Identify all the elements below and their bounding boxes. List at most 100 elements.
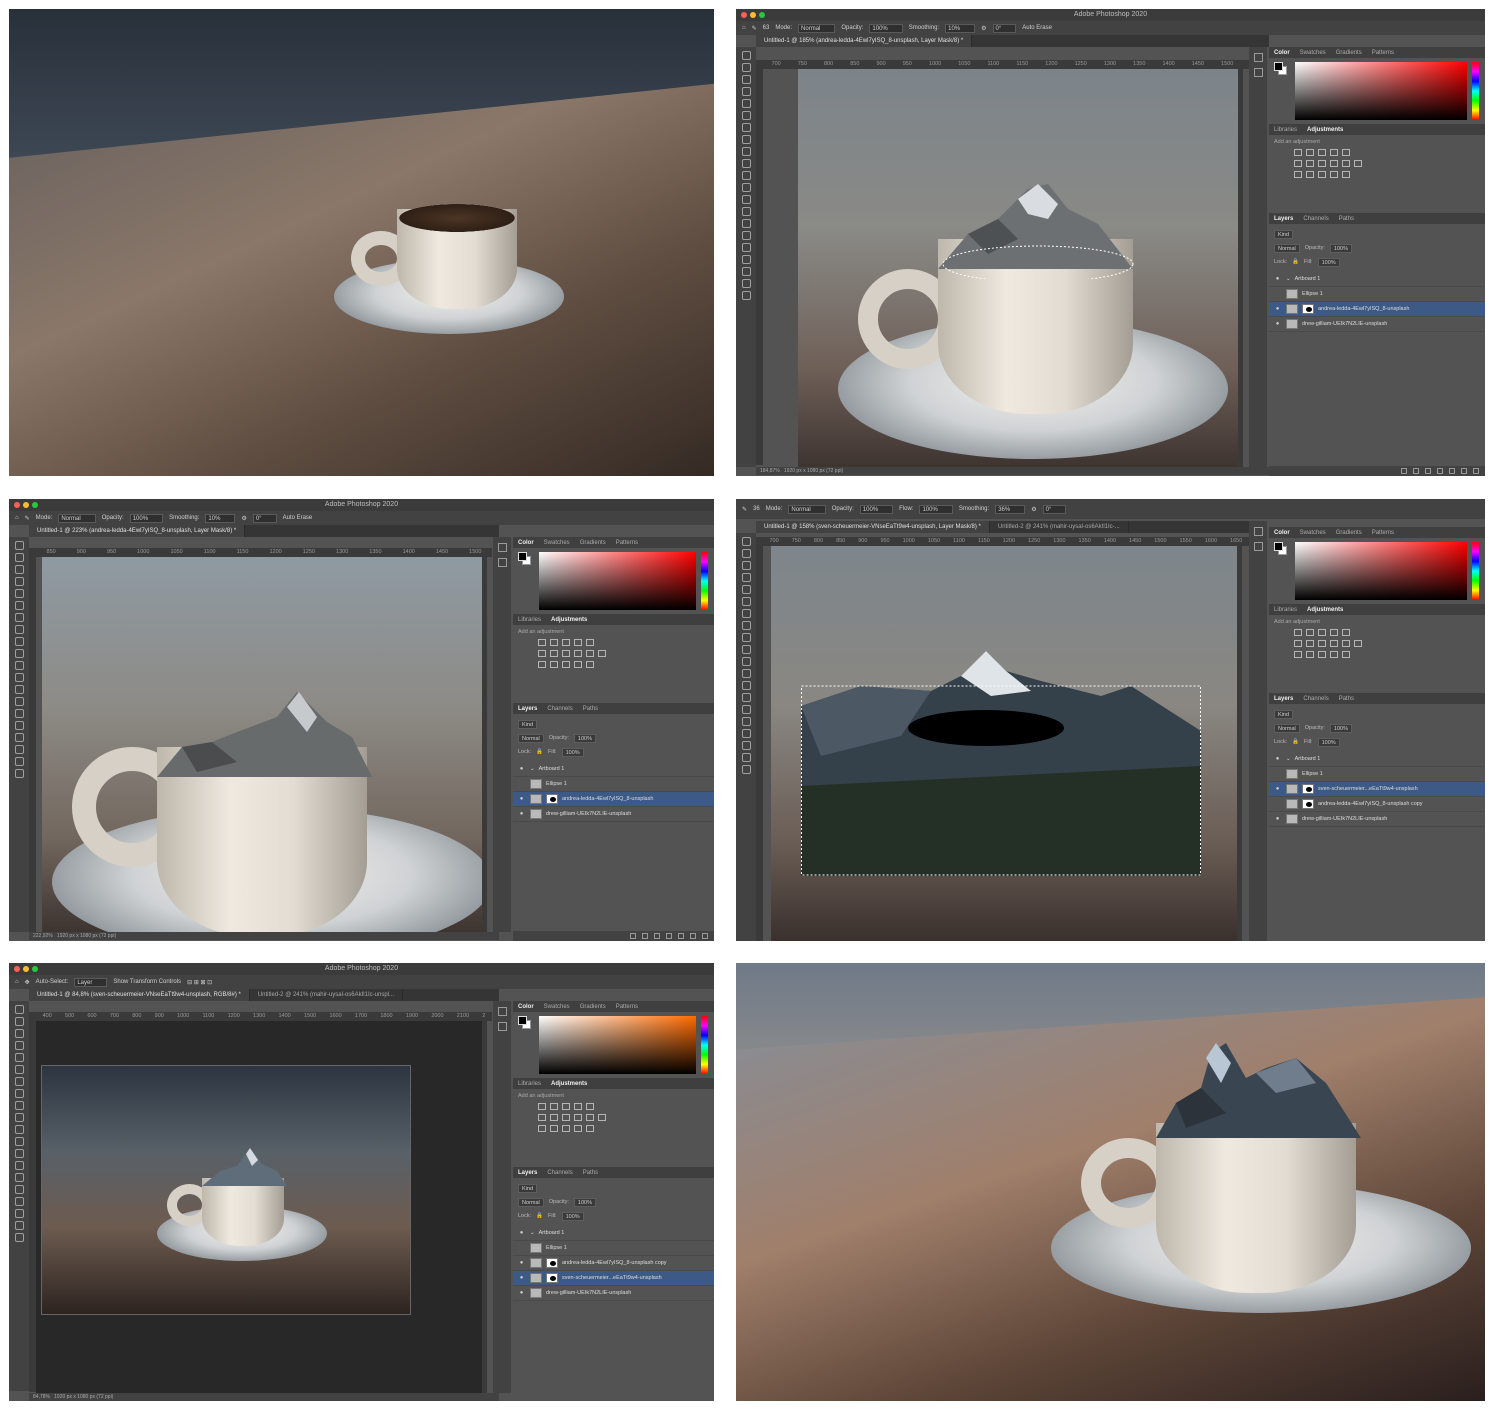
zoom-level[interactable]: 184,87% <box>760 468 780 474</box>
layer-opacity-field[interactable]: 100% <box>1329 723 1352 733</box>
history-icon[interactable] <box>1253 53 1263 62</box>
gear-icon[interactable]: ⚙ <box>1031 506 1036 513</box>
tab-channels[interactable]: Channels <box>547 1170 572 1176</box>
visibility-eye-icon[interactable]: ● <box>517 1260 526 1266</box>
auto-select-target[interactable]: Layer <box>74 977 108 987</box>
show-transform-checkbox[interactable]: Show Transform Controls <box>113 979 181 985</box>
hue-saturation-icon[interactable] <box>538 650 546 657</box>
exposure-icon[interactable] <box>574 1103 582 1110</box>
path-select-icon[interactable] <box>14 733 24 742</box>
tab-layers[interactable]: Layers <box>1274 696 1293 702</box>
magic-wand-icon[interactable] <box>14 577 24 586</box>
mask-icon[interactable] <box>654 933 660 939</box>
levels-icon[interactable] <box>550 1103 558 1110</box>
posterize-icon[interactable] <box>550 1125 558 1132</box>
lock-icon[interactable]: 🔒 <box>536 749 543 755</box>
zoom-button[interactable] <box>32 502 38 508</box>
vertical-scrollbar[interactable] <box>482 1021 487 1393</box>
exposure-icon[interactable] <box>1330 149 1338 156</box>
document-canvas[interactable] <box>798 69 1238 467</box>
zoom-tool-icon[interactable] <box>14 769 24 778</box>
color-picker[interactable] <box>513 1012 714 1078</box>
layer-row-selected[interactable]: ● sven-scheuermeier...eEaTt9w4-unsplash <box>513 1271 714 1286</box>
layer-row[interactable]: ● drew-gilliam-UEIk7N2LIE-unsplash <box>1269 317 1485 332</box>
stamp-tool-icon[interactable] <box>14 1113 24 1122</box>
color-field[interactable] <box>539 552 696 610</box>
mode-select[interactable]: Normal <box>798 23 836 33</box>
color-lookup-icon[interactable] <box>598 650 606 657</box>
tab-swatches[interactable]: Swatches <box>1300 530 1326 536</box>
exposure-icon[interactable] <box>1330 629 1338 636</box>
blend-mode-select[interactable]: Normal <box>1274 243 1300 253</box>
visibility-eye-icon[interactable]: ● <box>1273 276 1282 282</box>
lock-icon[interactable]: 🔒 <box>536 1213 543 1219</box>
eraser-icon[interactable] <box>14 661 24 670</box>
zoom-tool-icon[interactable] <box>741 765 751 774</box>
magic-wand-icon[interactable] <box>14 1041 24 1050</box>
smoothing-field[interactable]: 10% <box>205 513 236 523</box>
new-layer-icon[interactable] <box>690 933 696 939</box>
properties-icon[interactable] <box>1253 542 1263 551</box>
chevron-down-icon[interactable]: ⌄ <box>530 1230 535 1236</box>
tab-patterns[interactable]: Patterns <box>616 1004 638 1010</box>
history-icon[interactable] <box>497 1007 507 1016</box>
tab-paths[interactable]: Paths <box>583 1170 598 1176</box>
blur-tool-icon[interactable] <box>741 681 751 690</box>
kind-filter[interactable]: Kind <box>1274 229 1294 239</box>
tab-gradients[interactable]: Gradients <box>580 540 606 546</box>
blend-mode-select[interactable]: Normal <box>1274 723 1300 733</box>
opacity-field[interactable]: 100% <box>869 23 903 33</box>
smoothing-field[interactable]: 36% <box>995 504 1026 514</box>
hand-tool-icon[interactable] <box>14 757 24 766</box>
mode-select[interactable]: Normal <box>788 504 826 514</box>
layer-mask-thumbnail[interactable] <box>1302 784 1314 794</box>
magic-wand-icon[interactable] <box>741 573 751 582</box>
paint-bucket-icon[interactable] <box>14 673 24 682</box>
paint-bucket-icon[interactable] <box>741 669 751 678</box>
color-lookup-icon[interactable] <box>1354 160 1362 167</box>
shape-tool-icon[interactable] <box>14 745 24 754</box>
fill-field[interactable]: 100% <box>1317 737 1340 747</box>
color-balance-icon[interactable] <box>1306 160 1314 167</box>
vertical-scrollbar[interactable] <box>482 557 487 932</box>
visibility-eye-icon[interactable]: ● <box>517 796 526 802</box>
color-lookup-icon[interactable] <box>598 1114 606 1121</box>
layer-row[interactable]: ● ⌄ Artboard 1 <box>513 762 714 777</box>
lock-icon[interactable]: 🔒 <box>1292 259 1299 265</box>
history-brush-icon[interactable] <box>741 171 751 180</box>
brush-tool-icon[interactable]: ✎ <box>742 506 747 513</box>
layer-row-selected[interactable]: ● sven-scheuermeier...eEaTt9w4-unsplash <box>1269 782 1485 797</box>
hue-slider[interactable] <box>1472 62 1479 120</box>
folder-icon[interactable] <box>678 933 684 939</box>
gear-icon[interactable]: ⚙ <box>241 515 246 522</box>
tab-adjustments[interactable]: Adjustments <box>551 1081 587 1087</box>
vibrance-icon[interactable] <box>586 639 594 646</box>
tab-paths[interactable]: Paths <box>583 706 598 712</box>
visibility-eye-icon[interactable]: ● <box>517 766 526 772</box>
layer-row[interactable]: ● drew-gilliam-UEIk7N2LIE-unsplash <box>513 807 714 822</box>
levels-icon[interactable] <box>550 639 558 646</box>
close-button[interactable] <box>741 12 747 18</box>
adjustment-layer-icon[interactable] <box>1437 468 1443 474</box>
photo-filter-icon[interactable] <box>1330 160 1338 167</box>
lasso-tool-icon[interactable] <box>741 75 751 84</box>
black-white-icon[interactable] <box>1318 160 1326 167</box>
document-tab[interactable]: Untitled-1 @ 158% (sven-scheuermeier-VNs… <box>756 521 990 533</box>
document-tab[interactable]: Untitled-1 @ 223% (andrea-ledda-4Ewl7yIS… <box>29 525 246 537</box>
healing-brush-icon[interactable] <box>741 135 751 144</box>
fill-field[interactable]: 100% <box>561 747 584 757</box>
pen-tool-icon[interactable] <box>741 705 751 714</box>
lasso-tool-icon[interactable] <box>14 565 24 574</box>
eraser-icon[interactable] <box>741 657 751 666</box>
brush-tool-icon[interactable]: ✎ <box>752 25 757 32</box>
channel-mixer-icon[interactable] <box>586 1114 594 1121</box>
angle-field[interactable]: 0° <box>1042 504 1067 514</box>
stamp-tool-icon[interactable] <box>741 645 751 654</box>
tab-channels[interactable]: Channels <box>547 706 572 712</box>
frame-tool-icon[interactable] <box>14 1065 24 1074</box>
invert-icon[interactable] <box>538 1125 546 1132</box>
blur-tool-icon[interactable] <box>741 207 751 216</box>
brightness-icon[interactable] <box>1294 629 1302 636</box>
hue-saturation-icon[interactable] <box>1294 640 1302 647</box>
zoom-tool-icon[interactable] <box>741 291 751 300</box>
